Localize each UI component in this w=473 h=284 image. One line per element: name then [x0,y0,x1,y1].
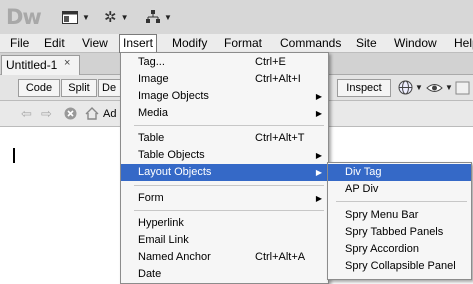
close-icon[interactable]: × [64,57,70,69]
menu-item-tag[interactable]: Tag... Ctrl+E [121,54,328,71]
back-arrow-icon[interactable]: ⇦ [21,106,32,122]
menu-item-label: Hyperlink [138,217,184,229]
menu-format[interactable]: Format [221,34,265,52]
visual-aids-button[interactable]: ▼ [426,80,453,95]
menu-file[interactable]: File [7,34,32,52]
menu-item-label: Date [138,268,162,280]
chevron-down-icon: ▼ [445,83,453,92]
menu-item-shortcut: Ctrl+Alt+I [255,73,301,85]
eye-icon [426,84,443,92]
menu-item-label: Table [138,132,165,144]
menu-insert[interactable]: Insert [119,34,158,53]
menu-item-email-link[interactable]: Email Link [121,232,328,249]
menu-view[interactable]: View [79,34,111,52]
menu-item-label: Image Objects [138,90,209,102]
menu-item-label: Email Link [138,234,189,246]
gear-icon: ✲ [104,9,117,26]
refresh-icon[interactable] [455,81,470,95]
menu-separator [134,125,324,126]
layout-icon [62,10,78,24]
submenu-arrow-icon: ▶ [315,168,322,177]
menu-item-label: Layout Objects [138,166,212,178]
menu-item-image-objects[interactable]: Image Objects ▶ [121,88,328,105]
submenu-item-ap-div[interactable]: AP Div [328,181,471,198]
menu-item-named-anchor[interactable]: Named Anchor Ctrl+Alt+A [121,249,328,266]
menu-separator [336,201,467,202]
text-cursor [13,148,15,163]
submenu-arrow-icon: ▶ [315,109,322,118]
chevron-down-icon: ▼ [82,12,90,22]
menu-item-label: Spry Collapsible Panel [345,260,456,272]
menu-separator [134,210,324,211]
chevron-down-icon: ▼ [415,83,423,92]
app-logo: Dw [6,5,42,29]
insert-menu: Tag... Ctrl+E Image Ctrl+Alt+I Image Obj… [120,52,329,284]
menu-item-media[interactable]: Media ▶ [121,105,328,122]
menu-item-form[interactable]: Form ▶ [121,190,328,207]
menu-item-label: AP Div [345,183,379,195]
submenu-arrow-icon: ▶ [315,194,322,203]
site-menu-button[interactable]: ▼ [146,8,172,26]
stop-icon[interactable] [64,107,77,120]
menu-commands[interactable]: Commands [277,34,344,52]
menu-item-label: Image [138,73,169,85]
submenu-arrow-icon: ▶ [315,151,322,160]
submenu-item-spry-accordion[interactable]: Spry Accordion [328,241,471,258]
menu-item-label: Form [138,192,164,204]
menu-edit[interactable]: Edit [41,34,68,52]
menu-item-label: Spry Accordion [345,243,419,255]
submenu-item-spry-tabbed-panels[interactable]: Spry Tabbed Panels [328,224,471,241]
layout-menu-button[interactable]: ▼ [62,8,90,26]
layout-objects-submenu: Div Tag AP Div Spry Menu Bar Spry Tabbed… [327,162,472,280]
menu-item-image[interactable]: Image Ctrl+Alt+I [121,71,328,88]
menu-item-shortcut: Ctrl+Alt+T [255,132,305,144]
code-view-button[interactable]: Code [18,79,60,97]
document-tab-label: Untitled-1 [6,58,58,72]
menu-item-table-objects[interactable]: Table Objects ▶ [121,147,328,164]
home-icon[interactable] [85,107,99,120]
menu-item-shortcut: Ctrl+Alt+A [255,251,306,263]
menu-bar: File Edit View Insert Modify Format Comm… [0,34,473,53]
forward-arrow-icon[interactable]: ⇨ [41,106,52,122]
menu-item-table[interactable]: Table Ctrl+Alt+T [121,130,328,147]
menu-item-shortcut: Ctrl+E [255,56,286,68]
extend-menu-button[interactable]: ✲ ▼ [104,8,129,26]
menu-item-layout-objects[interactable]: Layout Objects ▶ [121,164,328,181]
site-icon [146,10,160,23]
split-view-button[interactable]: Split [61,79,97,97]
submenu-item-spry-menu-bar[interactable]: Spry Menu Bar [328,207,471,224]
menu-separator [134,185,324,186]
address-label: Ad [103,108,117,120]
menu-modify[interactable]: Modify [169,34,210,52]
menu-item-label: Tag... [138,56,165,68]
chevron-down-icon: ▼ [120,12,129,22]
menu-item-label: Spry Tabbed Panels [345,226,444,238]
menu-item-label: Spry Menu Bar [345,209,419,221]
menu-site[interactable]: Site [353,34,380,52]
submenu-item-div-tag[interactable]: Div Tag [328,164,471,181]
submenu-item-spry-collapsible-panel[interactable]: Spry Collapsible Panel [328,258,471,275]
menu-item-label: Named Anchor [138,251,211,263]
preview-browser-button[interactable]: ▼ [398,80,423,95]
menu-item-label: Table Objects [138,149,205,161]
globe-icon [398,80,413,95]
chevron-down-icon: ▼ [164,12,172,22]
inspect-button[interactable]: Inspect [337,79,391,97]
menu-window[interactable]: Window [391,34,440,52]
menu-help[interactable]: Help [451,34,473,52]
submenu-arrow-icon: ▶ [315,92,322,101]
menu-item-date[interactable]: Date [121,266,328,283]
menu-item-hyperlink[interactable]: Hyperlink [121,215,328,232]
menu-item-label: Div Tag [345,166,382,178]
menu-item-label: Media [138,107,168,119]
